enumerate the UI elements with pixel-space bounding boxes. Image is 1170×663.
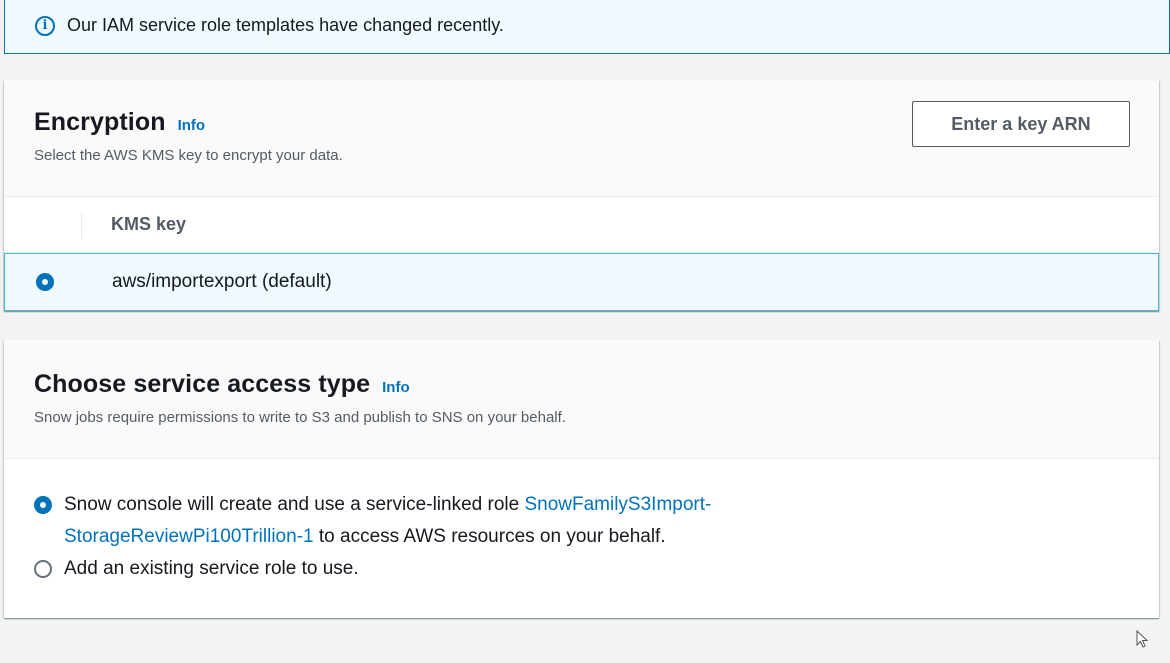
service-access-options: Snow console will create and use a servi…: [4, 459, 1159, 585]
role-name-link-part2[interactable]: StorageReviewPi100Trillion-1: [64, 526, 314, 547]
encryption-info-link[interactable]: Info: [178, 117, 206, 134]
info-banner: i Our IAM service role templates have ch…: [4, 0, 1170, 54]
kms-key-radio[interactable]: [36, 273, 54, 291]
option-text-before: Snow console will create and use a servi…: [64, 494, 525, 515]
service-linked-role-radio[interactable]: [34, 496, 52, 514]
service-access-title: Choose service access type: [34, 370, 371, 398]
service-access-panel: Choose service access type Info Snow job…: [4, 340, 1159, 618]
encryption-title: Encryption: [34, 108, 166, 136]
service-linked-role-label: Snow console will create and use a servi…: [64, 489, 711, 553]
existing-role-label: Add an existing service role to use.: [64, 558, 359, 579]
kms-key-column-header[interactable]: KMS key: [111, 214, 186, 235]
encryption-panel: Encryption Info Select the AWS KMS key t…: [4, 80, 1159, 311]
role-name-link-part1[interactable]: SnowFamilyS3Import-: [524, 494, 711, 515]
service-access-info-link[interactable]: Info: [382, 379, 410, 396]
mouse-cursor-icon: [1136, 630, 1149, 648]
encryption-description: Select the AWS KMS key to encrypt your d…: [34, 147, 343, 164]
table-row[interactable]: aws/importexport (default): [4, 253, 1159, 311]
kms-key-value: aws/importexport (default): [112, 271, 332, 292]
existing-role-radio[interactable]: [34, 560, 52, 578]
encryption-header: Encryption Info Select the AWS KMS key t…: [4, 80, 1159, 197]
option-existing-role[interactable]: Add an existing service role to use.: [34, 553, 1159, 585]
service-access-description: Snow jobs require permissions to write t…: [34, 409, 566, 426]
option-service-linked-role[interactable]: Snow console will create and use a servi…: [34, 489, 1159, 553]
enter-key-arn-button[interactable]: Enter a key ARN: [912, 101, 1130, 147]
info-icon: i: [35, 15, 55, 36]
column-divider: [81, 213, 82, 239]
option-text-after: to access AWS resources on your behalf.: [313, 526, 666, 547]
kms-table-header: KMS key: [4, 197, 1159, 253]
banner-text: Our IAM service role templates have chan…: [67, 15, 504, 35]
service-access-header: Choose service access type Info Snow job…: [4, 340, 1159, 459]
